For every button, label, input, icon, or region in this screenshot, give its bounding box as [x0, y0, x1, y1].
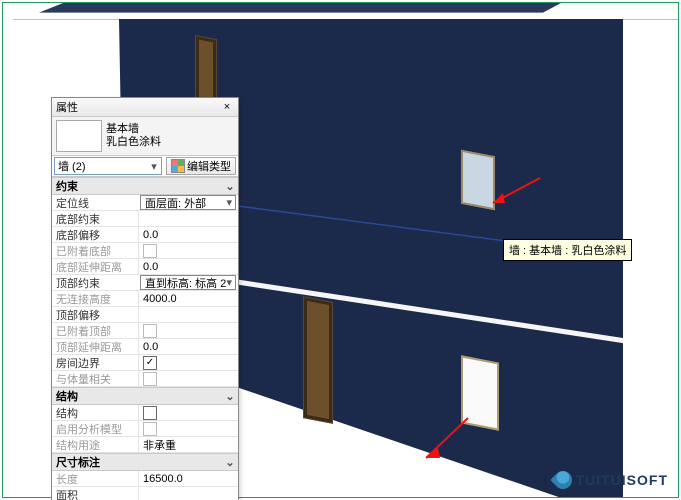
edit-type-button[interactable]: 编辑类型 — [166, 157, 236, 175]
property-value[interactable] — [138, 243, 238, 258]
property-label: 已附着底部 — [52, 243, 138, 259]
palette-title: 属性 — [56, 99, 78, 115]
close-icon[interactable]: × — [220, 101, 234, 113]
property-label: 启用分析模型 — [52, 421, 138, 437]
property-row[interactable]: 已附着底部 — [52, 243, 238, 259]
property-row[interactable]: 无连接高度4000.0 — [52, 291, 238, 307]
property-row[interactable]: 底部延伸距离0.0 — [52, 259, 238, 275]
property-label: 面积 — [52, 487, 138, 500]
property-value[interactable] — [138, 487, 238, 500]
property-value[interactable]: 4000.0 — [138, 291, 238, 306]
property-label: 房间边界 — [52, 355, 138, 371]
property-label: 底部偏移 — [52, 227, 138, 243]
property-value[interactable] — [138, 371, 238, 386]
property-row[interactable]: 顶部偏移 — [52, 307, 238, 323]
chevron-icon: ⌄ — [222, 390, 238, 403]
section-header-dimensions[interactable]: 尺寸标注 ⌄ — [52, 453, 238, 471]
property-value[interactable] — [138, 323, 238, 338]
annotation-arrow-upper — [475, 153, 555, 233]
property-row[interactable]: 房间边界 — [52, 355, 238, 371]
property-label: 无连接高度 — [52, 291, 138, 307]
property-label: 定位线 — [52, 195, 138, 211]
section-body-constraints: 定位线面层面: 外部▾底部约束底部偏移0.0已附着底部底部延伸距离0.0顶部约束… — [52, 195, 238, 387]
property-label: 顶部约束 — [52, 275, 138, 291]
section-header-constraints[interactable]: 约束 ⌄ — [52, 177, 238, 195]
property-row[interactable]: 长度16500.0 — [52, 471, 238, 487]
property-label: 底部约束 — [52, 211, 138, 227]
property-label: 已附着顶部 — [52, 323, 138, 339]
edit-type-label: 编辑类型 — [187, 158, 231, 174]
property-row[interactable]: 定位线面层面: 外部▾ — [52, 195, 238, 211]
watermark-text: TUITUISOFT — [576, 472, 668, 488]
property-row[interactable]: 底部偏移0.0 — [52, 227, 238, 243]
properties-palette[interactable]: 属性 × 基本墙 乳白色涂料 墙 (2) ▾ 编辑类型 — [51, 97, 239, 500]
edit-type-icon — [171, 159, 185, 173]
property-label: 结构 — [52, 405, 138, 421]
type-preview-swatch — [56, 120, 102, 152]
checkbox — [143, 372, 157, 386]
section-body-dimensions: 长度16500.0面积体积 — [52, 471, 238, 500]
watermark-icon — [550, 467, 575, 492]
instance-filter-select[interactable]: 墙 (2) ▾ — [54, 157, 162, 175]
type-selector[interactable]: 基本墙 乳白色涂料 — [52, 117, 238, 156]
property-row[interactable]: 顶部约束直到标高: 标高 2▾ — [52, 275, 238, 291]
chevron-down-icon: ▾ — [226, 196, 235, 209]
checkbox — [143, 244, 157, 258]
instance-filter-value: 墙 (2) — [58, 158, 86, 174]
checkbox[interactable] — [143, 406, 157, 420]
section-header-structural[interactable]: 结构 ⌄ — [52, 387, 238, 405]
door-lower[interactable] — [303, 296, 333, 424]
watermark: TUITUISOFT — [554, 471, 668, 489]
property-value[interactable]: 16500.0 — [138, 471, 238, 486]
property-value[interactable]: 0.0 — [138, 339, 238, 354]
property-label: 结构用途 — [52, 437, 138, 453]
property-value[interactable] — [138, 355, 238, 370]
section-title: 约束 — [56, 178, 78, 194]
property-row[interactable]: 结构用途非承重 — [52, 437, 238, 453]
property-label: 顶部偏移 — [52, 307, 138, 323]
checkbox[interactable] — [143, 356, 157, 370]
property-row[interactable]: 启用分析模型 — [52, 421, 238, 437]
property-value[interactable] — [138, 307, 238, 322]
property-label: 底部延伸距离 — [52, 259, 138, 275]
type-family-name: 基本墙 — [106, 123, 161, 136]
chevron-down-icon: ▾ — [147, 160, 161, 173]
property-label: 长度 — [52, 471, 138, 487]
section-title: 结构 — [56, 388, 78, 404]
property-row[interactable]: 底部约束 — [52, 211, 238, 227]
palette-titlebar[interactable]: 属性 × — [52, 98, 238, 117]
property-value[interactable] — [138, 421, 238, 436]
annotation-arrow-lower — [408, 403, 488, 483]
property-row[interactable]: 面积 — [52, 487, 238, 500]
section-body-structural: 结构启用分析模型结构用途非承重 — [52, 405, 238, 453]
checkbox — [143, 324, 157, 338]
chevron-icon: ⌄ — [222, 180, 238, 193]
property-value[interactable]: 0.0 — [138, 259, 238, 274]
hover-tooltip: 墙 : 基本墙 : 乳白色涂料 — [503, 239, 632, 261]
property-value[interactable] — [138, 405, 238, 420]
property-value[interactable]: 直到标高: 标高 2▾ — [140, 275, 236, 290]
property-row[interactable]: 与体量相关 — [52, 371, 238, 387]
property-row[interactable]: 结构 — [52, 405, 238, 421]
property-row[interactable]: 顶部延伸距离0.0 — [52, 339, 238, 355]
property-value[interactable] — [138, 211, 238, 226]
property-value[interactable]: 0.0 — [138, 227, 238, 242]
chevron-icon: ⌄ — [222, 456, 238, 469]
section-title: 尺寸标注 — [56, 454, 100, 470]
property-label: 与体量相关 — [52, 371, 138, 387]
property-value[interactable]: 面层面: 外部▾ — [140, 195, 236, 210]
type-type-name: 乳白色涂料 — [106, 136, 161, 149]
checkbox — [143, 422, 157, 436]
property-value[interactable]: 非承重 — [138, 437, 238, 452]
chevron-down-icon: ▾ — [226, 276, 235, 289]
property-label: 顶部延伸距离 — [52, 339, 138, 355]
property-row[interactable]: 已附着顶部 — [52, 323, 238, 339]
